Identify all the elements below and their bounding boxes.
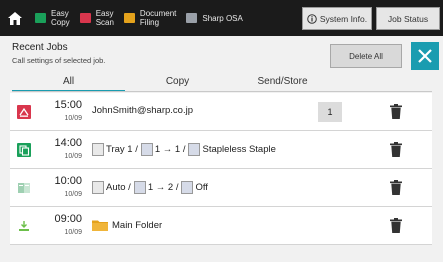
folder-icon	[92, 220, 108, 231]
job-row[interactable]: 09:00 10/09 Main Folder	[10, 207, 432, 245]
job-count-badge: 1	[318, 102, 342, 122]
job-finish: Stapleless Staple	[202, 144, 276, 155]
job-address: JohnSmith@sharp.co.jp	[92, 105, 193, 116]
top-bar: Easy Copy Easy Scan Document Filing Sharp O…	[0, 0, 443, 36]
finisher-icon	[181, 181, 194, 194]
job-row[interactable]: 15:00 10/09 JohnSmith@sharp.co.jp 1	[10, 93, 432, 131]
job-list: 15:00 10/09 JohnSmith@sharp.co.jp 1 14:0…	[10, 93, 432, 245]
job-status-button[interactable]: Job Status	[376, 7, 440, 30]
trash-icon[interactable]	[390, 218, 402, 233]
job-tray: Tray 1 /	[106, 144, 138, 155]
document-filing-label-1: Document	[139, 9, 177, 18]
job-filter-tabs: All Copy Send/Store	[12, 76, 432, 92]
job-destination: JohnSmith@sharp.co.jp	[92, 105, 193, 116]
info-icon	[307, 13, 317, 24]
close-button[interactable]	[411, 42, 439, 70]
job-duplex: 1 → 2 /	[147, 182, 179, 193]
document-filing-button[interactable]: Document Filing	[119, 0, 181, 36]
job-time: 09:00	[54, 213, 82, 225]
tab-divider	[12, 91, 432, 92]
delete-all-button[interactable]: Delete All	[330, 44, 402, 68]
finisher-icon	[188, 143, 201, 156]
job-date: 10/09	[64, 153, 82, 160]
copy-job-icon	[17, 143, 31, 157]
easy-scan-label-1: Easy	[95, 9, 114, 18]
job-date: 10/09	[64, 191, 82, 198]
job-settings: Tray 1 / 1 → 1 / Stapleless Staple	[92, 143, 276, 156]
job-time: 15:00	[54, 99, 82, 111]
duplex-icon	[133, 181, 146, 194]
tray-icon	[92, 181, 104, 194]
duplex-icon	[140, 143, 153, 156]
easy-scan-button[interactable]: Easy Scan	[75, 0, 119, 36]
easy-copy-button[interactable]: Easy Copy	[30, 0, 75, 36]
job-finish: Off	[195, 182, 208, 193]
job-duplex: 1 → 1 /	[154, 144, 186, 155]
tab-all[interactable]: All	[12, 76, 125, 92]
filing-icon	[123, 13, 135, 23]
job-settings: Auto / 1 → 2 / Off	[92, 181, 208, 194]
tab-copy[interactable]: Copy	[125, 76, 230, 92]
copy-icon	[35, 13, 46, 23]
sharp-osa-button[interactable]: Sharp OSA	[181, 0, 247, 36]
easy-scan-label-2: Scan	[95, 18, 114, 27]
trash-icon[interactable]	[390, 142, 402, 157]
document-filing-label-2: Filing	[139, 18, 160, 27]
job-time: 10:00	[54, 175, 82, 187]
job-destination: Main Folder	[92, 219, 162, 231]
tray-icon	[92, 143, 104, 156]
close-icon	[418, 49, 432, 63]
page-title: Recent Jobs	[12, 42, 68, 53]
job-folder: Main Folder	[112, 219, 163, 231]
job-row[interactable]: 10:00 10/09 Auto / 1 → 2 / Off	[10, 169, 432, 207]
home-button[interactable]	[0, 0, 30, 36]
system-info-button[interactable]: System Info.	[302, 7, 372, 30]
trash-icon[interactable]	[390, 180, 402, 195]
store-job-icon	[19, 221, 29, 231]
job-status-label: Job Status	[387, 13, 429, 24]
copy-job-icon	[18, 183, 30, 193]
sharp-osa-label: Sharp OSA	[202, 13, 243, 23]
system-info-label: System Info.	[319, 13, 368, 24]
job-date: 10/09	[64, 229, 82, 236]
osa-icon	[186, 13, 198, 23]
job-row[interactable]: 14:00 10/09 Tray 1 / 1 → 1 / Stapleless …	[10, 131, 432, 169]
job-tray: Auto /	[106, 182, 131, 193]
trash-icon[interactable]	[390, 104, 402, 119]
scan-icon	[79, 13, 91, 23]
job-time: 14:00	[54, 137, 82, 149]
tab-send-store[interactable]: Send/Store	[230, 76, 335, 92]
scan-job-icon	[17, 105, 31, 119]
easy-copy-label-2: Copy	[51, 18, 70, 27]
easy-copy-label-1: Easy	[51, 9, 69, 18]
home-icon	[8, 11, 22, 25]
job-date: 10/09	[64, 115, 82, 122]
page-subtitle: Call settings of selected job.	[12, 56, 106, 65]
